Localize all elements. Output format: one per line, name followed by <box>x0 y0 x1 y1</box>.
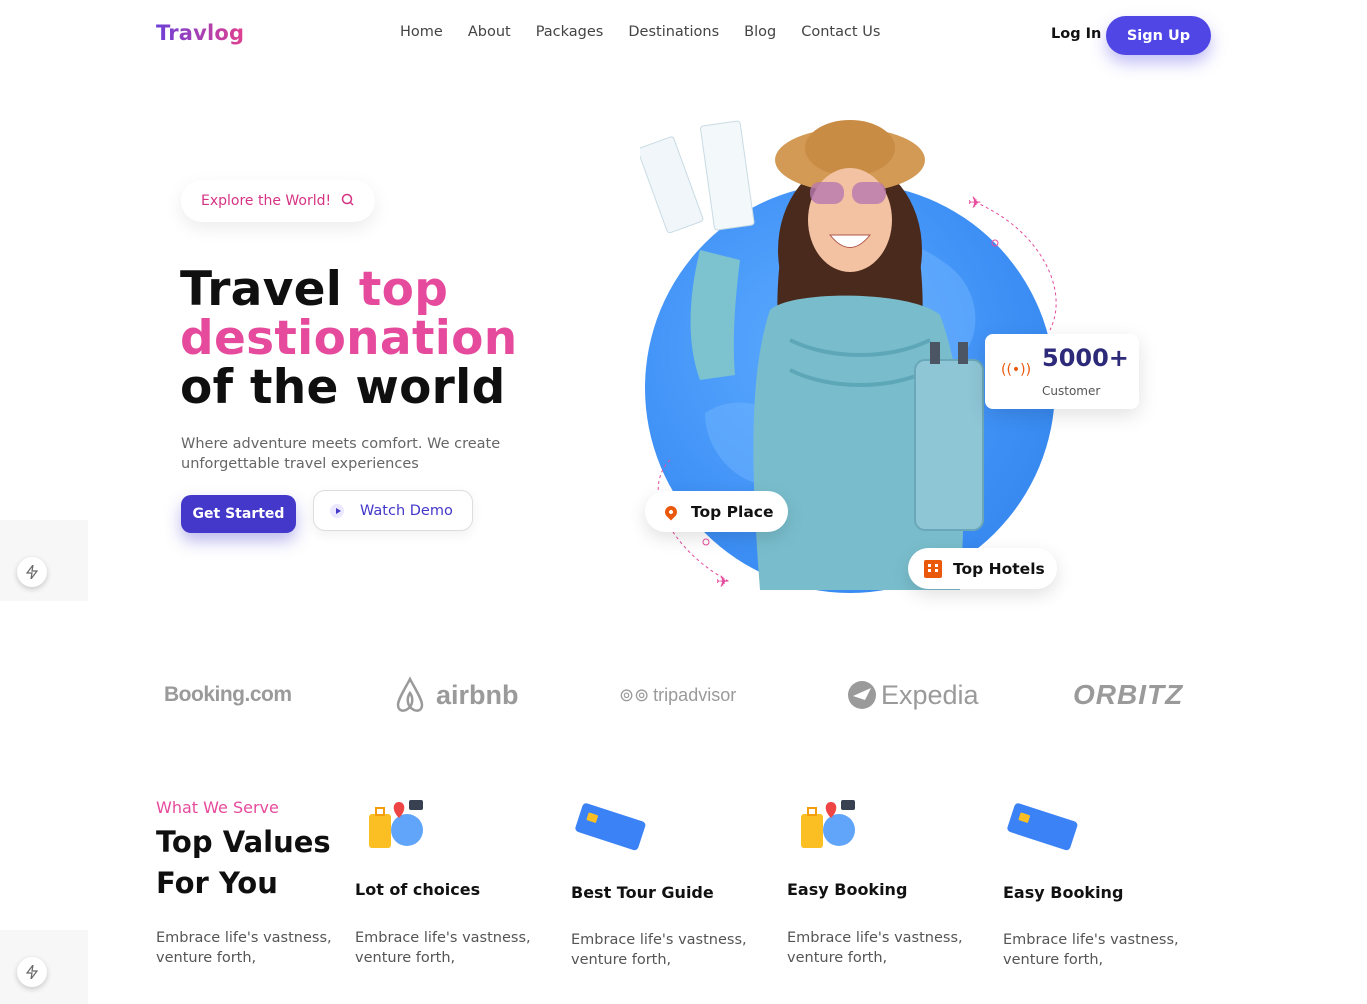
hero-title-top: top <box>358 262 449 317</box>
login-link[interactable]: Log In <box>1051 26 1101 42</box>
owl-eyes-icon: ⊚⊚ <box>619 684 650 705</box>
hero-title-travel: Travel <box>180 262 359 317</box>
hotel-icon <box>924 559 942 578</box>
serve-description: Embrace life's vastness, venture forth, <box>156 930 332 966</box>
logo[interactable]: Travlog <box>156 21 244 45</box>
serve-eyebrow: What We Serve <box>156 798 279 817</box>
signal-icon: ((•)) <box>1001 362 1032 378</box>
feature-description: Embrace life's vastness, venture forth, <box>355 930 531 966</box>
side-strip <box>0 520 88 601</box>
expedia-label: Expedia <box>881 679 979 710</box>
main-nav: Home About Packages Destinations Blog Co… <box>400 24 905 40</box>
hero-title-world: of the world <box>180 360 506 415</box>
feature-description: Embrace life's vastness, venture forth, <box>571 932 747 968</box>
top-place-label: Top Place <box>691 502 774 521</box>
explore-pill: Explore the World! <box>181 180 375 222</box>
tripadvisor-label: tripadvisor <box>653 684 737 705</box>
customer-stat-card: ((•)) 5000+ Customer <box>985 334 1139 409</box>
airbnb-logo: airbnb <box>392 670 519 720</box>
map-pin-icon <box>662 503 680 520</box>
nav-packages[interactable]: Packages <box>536 24 604 40</box>
top-hotels-badge: Top Hotels <box>908 548 1057 589</box>
nav-destinations[interactable]: Destinations <box>628 24 719 40</box>
feature-title: Best Tour Guide <box>571 883 714 902</box>
tripadvisor-logo: ⊚⊚ tripadvisor <box>619 670 736 720</box>
orbitz-logo: ORBITZ <box>1073 679 1184 710</box>
watch-demo-button[interactable]: Watch Demo <box>313 490 473 531</box>
feature-description: Embrace life's vastness, venture forth, <box>787 930 963 966</box>
airbnb-icon <box>396 676 424 712</box>
plane-icon: ✈ <box>716 572 729 591</box>
hero-title-destination: destionation <box>180 311 518 366</box>
expedia-plane-icon <box>848 681 876 709</box>
get-started-button[interactable]: Get Started <box>181 495 296 533</box>
bolt-icon[interactable] <box>17 557 47 587</box>
partner-logos: Booking.com airbnb ⊚⊚ tripadvisor Expedi… <box>0 670 1367 720</box>
bolt-icon[interactable] <box>17 957 47 987</box>
feature-description: Embrace life's vastness, venture forth, <box>1003 932 1179 968</box>
feature-title: Easy Booking <box>787 880 908 899</box>
booking-logo: Booking.com <box>164 683 292 706</box>
top-place-badge: Top Place <box>645 491 788 532</box>
feature-title: Easy Booking <box>1003 883 1124 902</box>
nav-blog[interactable]: Blog <box>744 24 776 40</box>
feature-title: Lot of choices <box>355 880 481 899</box>
hero-title: Travel top destionation of the world <box>180 265 517 412</box>
expedia-logo: Expedia <box>847 670 979 720</box>
airbnb-label: airbnb <box>436 679 519 710</box>
luggage-map-icon <box>369 800 423 848</box>
plane-icon: ✈ <box>968 193 981 212</box>
customer-count: 5000+ <box>1042 344 1129 372</box>
serve-title-line2: For You <box>156 866 278 900</box>
luggage-map-icon <box>801 800 855 848</box>
nav-home[interactable]: Home <box>400 24 443 40</box>
play-icon <box>330 503 344 518</box>
serve-title: Top Values For You <box>156 822 331 904</box>
credit-card-icon <box>1007 803 1078 851</box>
globe-search-icon <box>341 193 354 210</box>
hero-subtitle: Where adventure meets comfort. We create… <box>181 436 501 472</box>
explore-pill-label: Explore the World! <box>201 193 332 209</box>
signup-button[interactable]: Sign Up <box>1106 16 1211 55</box>
customer-label: Customer <box>1042 384 1101 398</box>
watch-demo-label: Watch Demo <box>360 502 453 519</box>
nav-about[interactable]: About <box>468 24 511 40</box>
credit-card-icon <box>575 803 646 851</box>
serve-title-line1: Top Values <box>156 825 331 859</box>
top-hotels-label: Top Hotels <box>953 559 1045 578</box>
nav-contact[interactable]: Contact Us <box>801 24 880 40</box>
